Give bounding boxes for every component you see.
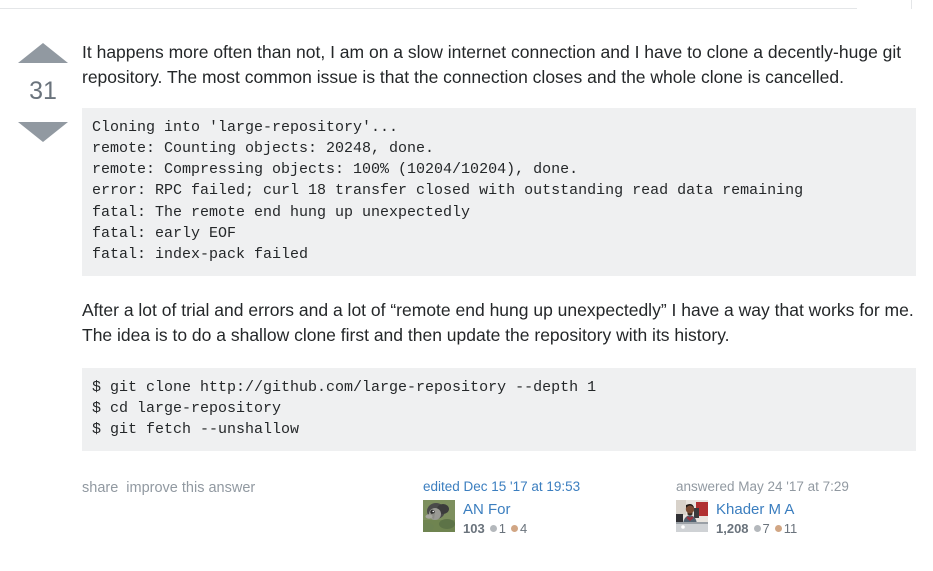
edited-timestamp-link[interactable]: edited Dec 15 '17 at 19:53 [423, 478, 623, 495]
silver-badge-count: 1 [499, 521, 506, 536]
editor-reputation-line: 103 14 [463, 521, 532, 536]
vote-cell: 31 [14, 43, 72, 142]
answerer-username-link[interactable]: Khader M A [716, 501, 802, 518]
code-block-clone-error: Cloning into 'large-repository'... remot… [82, 108, 916, 276]
post-menu: share improve this answer [82, 480, 263, 496]
editor-user-row: AN For 103 14 [423, 500, 623, 536]
triangle-up-icon[interactable] [18, 43, 68, 63]
editor-badges: 14 [490, 521, 532, 536]
answered-timestamp: answered May 24 '17 at 7:29 [676, 478, 876, 495]
code-block-shallow-clone: $ git clone http://github.com/large-repo… [82, 368, 916, 452]
answerer-user-row: Khader M A 1,208 7 11 [676, 500, 876, 536]
answer-paragraph-1: It happens more often than not, I am on … [82, 40, 916, 90]
improve-this-answer-link[interactable]: improve this answer [126, 480, 255, 496]
editor-details: AN For 103 14 [463, 500, 532, 536]
triangle-down-icon[interactable] [18, 122, 68, 142]
answerer-reputation-line: 1,208 7 11 [716, 521, 802, 536]
answer-post: 31 It happens more often than not, I am … [0, 9, 933, 564]
post-footer: share improve this answer edited Dec 15 '… [0, 471, 933, 571]
editor-reputation: 103 [463, 521, 485, 536]
person-laptop-avatar-image[interactable] [676, 500, 708, 532]
sidebar-edge-tick [911, 0, 912, 9]
silver-badge-icon [490, 525, 497, 532]
answer-paragraph-2: After a lot of trial and errors and a lo… [82, 298, 916, 348]
post-body: It happens more often than not, I am on … [82, 40, 916, 451]
editor-username-link[interactable]: AN For [463, 501, 532, 518]
answerer-details: Khader M A 1,208 7 11 [716, 500, 802, 536]
emu-avatar-image[interactable] [423, 500, 455, 532]
bronze-badge-icon [775, 525, 782, 532]
silver-badge-count: 7 [763, 521, 770, 536]
bronze-badge-count: 4 [520, 521, 527, 536]
bronze-badge-icon [511, 525, 518, 532]
answerer-reputation: 1,208 [716, 521, 749, 536]
answerer-signature-card: answered May 24 '17 at 7:29 [676, 478, 876, 536]
editor-signature-card: edited Dec 15 '17 at 19:53 [423, 478, 623, 536]
share-link[interactable]: share [82, 480, 118, 496]
bronze-badge-count: 11 [784, 521, 798, 536]
silver-badge-icon [754, 525, 761, 532]
answerer-badges: 7 11 [754, 521, 803, 536]
vote-count: 31 [14, 79, 72, 104]
